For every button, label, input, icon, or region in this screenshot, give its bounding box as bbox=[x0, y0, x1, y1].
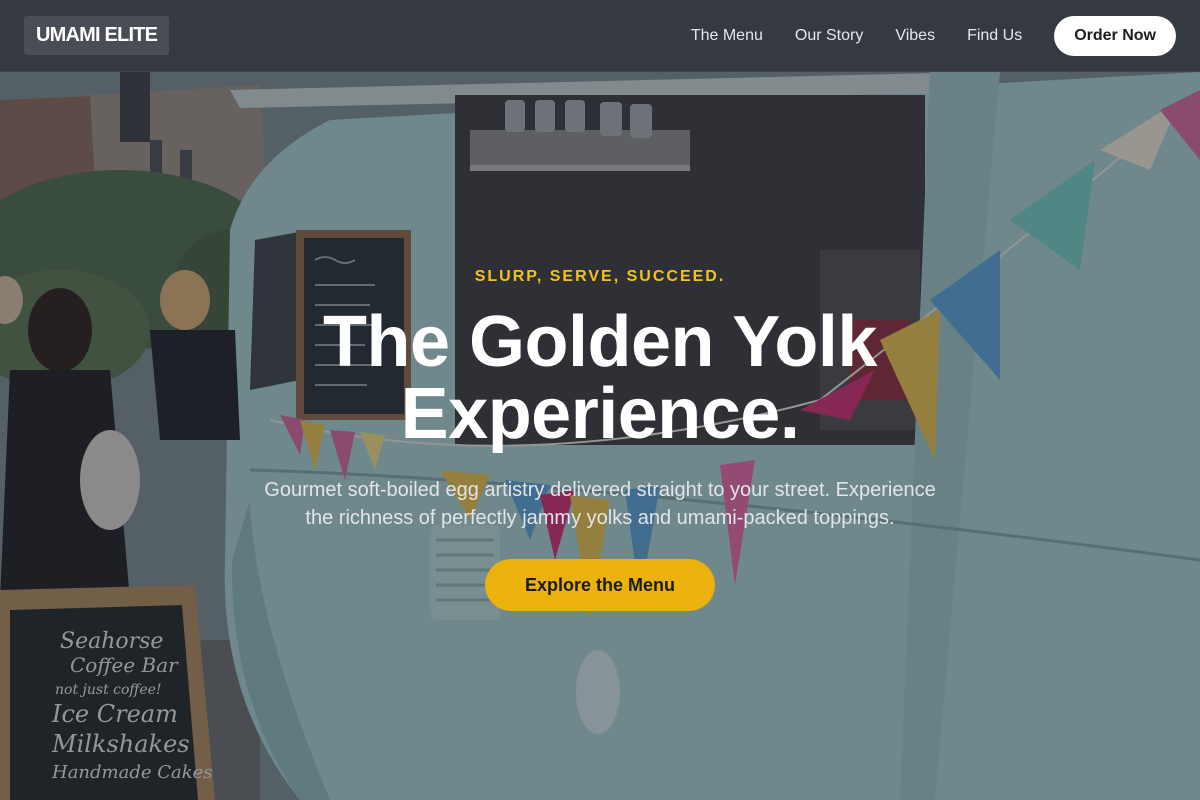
brand-logo[interactable]: UMAMI ELITE bbox=[24, 16, 170, 55]
headline-line-1: The Golden Yolk bbox=[323, 302, 877, 382]
explore-menu-button[interactable]: Explore the Menu bbox=[485, 559, 715, 611]
nav-links: The Menu Our Story Vibes Find Us Order N… bbox=[659, 15, 1176, 56]
nav-link-vibes[interactable]: Vibes bbox=[895, 27, 935, 45]
hero-headline: The Golden Yolk Experience. bbox=[0, 306, 1200, 450]
hero-tagline: SLURP, SERVE, SUCCEED. bbox=[474, 268, 726, 285]
nav-link-find-us[interactable]: Find Us bbox=[967, 27, 1022, 45]
hero-subtext: Gourmet soft-boiled egg artistry deliver… bbox=[264, 479, 936, 529]
headline-line-2: Experience. bbox=[400, 374, 800, 454]
hero-content: SLURP, SERVE, SUCCEED. The Golden Yolk E… bbox=[0, 0, 1200, 800]
nav-link-our-story[interactable]: Our Story bbox=[795, 27, 863, 45]
top-navbar: UMAMI ELITE The Menu Our Story Vibes Fin… bbox=[0, 0, 1200, 72]
order-now-button[interactable]: Order Now bbox=[1054, 15, 1176, 56]
nav-link-menu[interactable]: The Menu bbox=[691, 27, 763, 45]
